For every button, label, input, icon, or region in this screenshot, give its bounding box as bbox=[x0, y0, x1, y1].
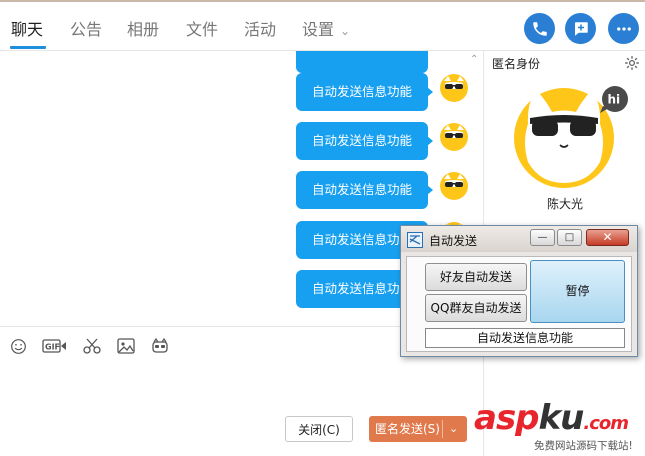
image-icon bbox=[117, 338, 135, 354]
message-row: 自动发送信息功能 bbox=[0, 122, 483, 166]
group-auto-send-button[interactable]: QQ群友自动发送 bbox=[425, 294, 527, 322]
emoji-button[interactable] bbox=[8, 337, 28, 355]
sender-avatar-icon[interactable] bbox=[439, 73, 469, 103]
close-icon: ✕ bbox=[602, 230, 613, 244]
more-button[interactable] bbox=[608, 13, 639, 44]
new-message-button[interactable] bbox=[565, 13, 596, 44]
window-close-button[interactable]: ✕ bbox=[586, 229, 629, 246]
message-bubble[interactable] bbox=[296, 51, 428, 73]
watermark-logo: aspku.com bbox=[474, 398, 629, 438]
auto-send-titlebar[interactable]: 自动发送 — □ ✕ bbox=[401, 226, 637, 252]
sender-avatar-icon[interactable] bbox=[439, 122, 469, 152]
gif-button[interactable]: GIF bbox=[42, 337, 68, 355]
emoji-icon bbox=[10, 338, 26, 354]
game-icon bbox=[152, 338, 168, 353]
tab-settings-label: 设置 bbox=[302, 20, 335, 39]
watermark-brand-c: .com bbox=[583, 413, 629, 434]
tab-activity[interactable]: 活动 bbox=[244, 16, 276, 40]
input-toolbar: GIF bbox=[8, 336, 170, 356]
game-button[interactable] bbox=[150, 337, 170, 355]
auto-send-window: 自动发送 — □ ✕ 好友自动发送 QQ群友自动发送 暂停 自动发送信息功能 bbox=[400, 225, 638, 357]
auto-send-message-field[interactable]: 自动发送信息功能 bbox=[425, 328, 625, 348]
tab-bar: 聊天 公告 相册 文件 活动 设置 ⌄ bbox=[0, 2, 645, 51]
message-row bbox=[0, 51, 483, 73]
tab-files[interactable]: 文件 bbox=[186, 16, 218, 40]
anonymous-name: 陈大光 bbox=[547, 197, 584, 211]
tab-settings[interactable]: 设置 ⌄ bbox=[302, 16, 350, 40]
phone-button[interactable] bbox=[524, 13, 555, 44]
sender-avatar-icon[interactable] bbox=[439, 171, 469, 201]
watermark-brand-a: asp bbox=[474, 398, 540, 438]
minimize-icon: — bbox=[537, 232, 548, 243]
send-button-label: 匿名发送(S) bbox=[375, 422, 440, 436]
close-button[interactable]: 关闭(C) bbox=[285, 416, 353, 442]
hi-badge-text: hi bbox=[608, 93, 621, 107]
scissors-icon bbox=[83, 338, 101, 354]
screenshot-button[interactable] bbox=[82, 337, 102, 355]
pause-button[interactable]: 暂停 bbox=[530, 260, 625, 323]
bubble-tail bbox=[427, 87, 433, 97]
send-button-separator bbox=[442, 420, 443, 438]
anonymous-identity-title: 匿名身份 bbox=[492, 57, 541, 71]
tab-album[interactable]: 相册 bbox=[127, 16, 159, 40]
app-icon bbox=[407, 232, 423, 248]
active-tab-indicator bbox=[10, 46, 46, 49]
tab-announcement[interactable]: 公告 bbox=[70, 16, 102, 40]
watermark-subtitle: 免费网站源码下载站! bbox=[534, 440, 633, 452]
tab-chat[interactable]: 聊天 bbox=[11, 16, 43, 40]
gear-icon[interactable] bbox=[624, 55, 640, 71]
send-options-chevron-icon[interactable]: ⌄ bbox=[449, 416, 458, 442]
watermark-brand-b: ku bbox=[538, 398, 585, 438]
image-button[interactable] bbox=[116, 337, 136, 355]
maximize-button[interactable]: □ bbox=[557, 229, 582, 246]
message-row: 自动发送信息功能 bbox=[0, 73, 483, 117]
message-bubble[interactable]: 自动发送信息功能 bbox=[296, 73, 428, 111]
auto-send-panel: 好友自动发送 QQ群友自动发送 暂停 自动发送信息功能 bbox=[406, 256, 632, 352]
minimize-button[interactable]: — bbox=[530, 229, 555, 246]
hi-badge-icon: hi bbox=[600, 86, 628, 113]
gif-icon: GIF bbox=[42, 339, 66, 353]
chevron-down-icon: ⌄ bbox=[340, 24, 351, 38]
auto-send-title: 自动发送 bbox=[429, 234, 478, 248]
svg-text:GIF: GIF bbox=[45, 343, 60, 352]
message-bubble[interactable]: 自动发送信息功能 bbox=[296, 171, 428, 209]
phone-icon bbox=[532, 21, 547, 36]
bubble-tail bbox=[427, 136, 433, 146]
message-bubble[interactable]: 自动发送信息功能 bbox=[296, 122, 428, 160]
message-row: 自动发送信息功能 bbox=[0, 171, 483, 215]
friend-auto-send-button[interactable]: 好友自动发送 bbox=[425, 263, 527, 291]
message-plus-icon bbox=[574, 21, 588, 36]
bubble-tail bbox=[427, 185, 433, 195]
maximize-icon: □ bbox=[564, 232, 575, 243]
anonymous-send-button[interactable]: 匿名发送(S) ⌄ bbox=[369, 416, 467, 442]
more-icon bbox=[616, 26, 631, 31]
